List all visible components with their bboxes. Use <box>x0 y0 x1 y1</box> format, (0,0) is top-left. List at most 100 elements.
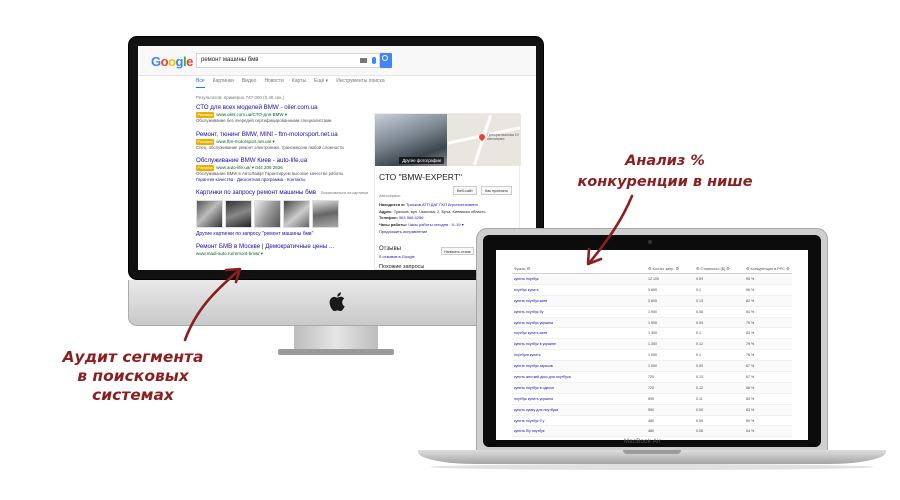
search-button[interactable] <box>380 53 392 68</box>
competition-cell: 83 % <box>746 331 755 336</box>
table-row: купить ноутбук харьков 1 000 0.09 67 % <box>512 361 792 373</box>
result-stats: Результатов: примерно 747 000 (0,48 сек.… <box>196 95 285 100</box>
engine-image-thumbnail[interactable] <box>283 200 310 228</box>
competition-cell: 83 % <box>746 407 755 412</box>
cost-cell: 0.12 <box>696 342 703 347</box>
tab-video[interactable]: Видео <box>242 78 257 88</box>
google-logo[interactable]: Google <box>151 54 193 69</box>
search-tabs: Все Картинки Видео Новости Карты Ещё ▾ И… <box>196 78 385 88</box>
business-map[interactable]: Григорія Іванова 19 Автосервіс <box>447 114 521 166</box>
table-row: купить ноутбук в одессе 720 0.12 68 % <box>512 382 792 394</box>
competition-cell: 96 % <box>746 287 755 292</box>
result-item: Ремонт, тюнинг BMW, MINI - ftm-motorspor… <box>196 131 368 151</box>
table-header: Фразы ⚙ ⚙ Кол-во запр. ⚙ ⚙ Стоимость ($)… <box>512 263 792 274</box>
column-queries[interactable]: ⚙ Кол-во запр. ⚙ <box>648 266 696 271</box>
result-url: www.madi-auto.ru/remont-bmw/ ▾ <box>196 251 264 256</box>
macbook-label: MacBook Air <box>624 439 661 445</box>
business-photo[interactable]: Другие фотографии <box>375 114 447 166</box>
phrase-cell[interactable]: купить ноутбук киев <box>512 299 648 303</box>
phrase-cell[interactable]: купить ноутбук б у <box>512 419 648 423</box>
phrase-cell[interactable]: купить ноутбук харьков <box>512 364 648 368</box>
competition-cell: 76 % <box>746 353 755 358</box>
phrase-cell[interactable]: купить ноутбук в одессе <box>512 386 648 390</box>
macbook-lid: Фразы ⚙ ⚙ Кол-во запр. ⚙ ⚙ Стоимость ($)… <box>476 228 828 452</box>
phrase-cell[interactable]: купить ноутбук <box>512 277 648 281</box>
annotation-line: в поисковых <box>77 367 189 385</box>
cost-cell: 0.1 <box>696 331 701 336</box>
engine-image-thumbnail[interactable] <box>254 200 281 228</box>
map-label: Григорія Іванова 19 Автосервіс <box>487 133 519 141</box>
search-query: ремонт машины бмв <box>201 57 259 63</box>
phrase-cell[interactable]: ноутбук купить киев <box>512 331 648 335</box>
result-snippet: Спец. обслуживание ремонт электроники, т… <box>196 144 344 150</box>
website-button[interactable]: Веб-сайт <box>453 186 477 195</box>
annotation-line: Аудит сегмента <box>62 348 204 366</box>
cost-cell: 0.09 <box>696 364 703 369</box>
cost-cell: 0.12 <box>696 385 703 390</box>
phrase-cell[interactable]: купить сумку для ноутбука <box>512 408 648 412</box>
camera-icon <box>648 240 652 244</box>
cost-cell: 0.09 <box>696 276 703 281</box>
directions-button[interactable]: Как проехать <box>481 186 512 195</box>
tab-more[interactable]: Ещё ▾ <box>314 78 328 88</box>
column-cost[interactable]: ⚙ Стоимость ($) ⚙ <box>696 266 746 271</box>
engine-image-thumbnail[interactable] <box>196 200 223 228</box>
competition-cell: 67 % <box>746 364 755 369</box>
queries-cell: 1 000 <box>648 353 657 358</box>
more-images-link[interactable]: Другие картинки по запросу "ремонт машин… <box>196 231 368 237</box>
phrase-cell[interactable]: купить ноутбук бу <box>512 310 648 314</box>
table-row: ноутбук купить киев 1 300 0.1 83 % <box>512 328 792 340</box>
phrase-cell[interactable]: ноутбук купить украина <box>512 397 648 401</box>
column-phrase[interactable]: Фразы ⚙ <box>512 266 648 271</box>
tab-all[interactable]: Все <box>196 78 205 88</box>
competition-cell: 82 % <box>746 298 755 303</box>
images-block-header: Картинки по запросу ремонт машины бмв По… <box>196 189 368 197</box>
table-row: купить ноутбук 12 100 0.09 95 % <box>512 274 792 285</box>
keyboard-icon[interactable] <box>360 58 367 63</box>
macbook-notch <box>623 450 681 454</box>
competition-cell: 54 % <box>746 429 755 434</box>
queries-cell: 480 <box>648 418 654 423</box>
cost-cell: 0.08 <box>696 429 703 434</box>
table-row: купить ноутбук бу 1 900 0.08 54 % <box>512 307 792 318</box>
column-competition[interactable]: ⚙ Конкуренция в PPC ⚙ <box>746 266 792 271</box>
related-searches-title: Похожие запросы <box>379 264 425 270</box>
phrase-cell[interactable]: ноутбуки купить <box>512 353 648 357</box>
images-block-title[interactable]: Картинки по запросу ремонт машины бмв <box>196 189 316 197</box>
keyword-table: Фразы ⚙ ⚙ Кол-во запр. ⚙ ⚙ Стоимость ($)… <box>512 263 792 440</box>
microphone-icon[interactable] <box>372 57 376 64</box>
table-row: ноутбук купить 3 600 0.1 96 % <box>512 285 792 296</box>
search-input[interactable]: ремонт машины бмв <box>196 53 380 68</box>
queries-cell: 720 <box>648 385 654 390</box>
more-photos-label[interactable]: Другие фотографии <box>399 157 444 164</box>
result-title[interactable]: Ремонт, тюнинг BMW, MINI - ftm-motorspor… <box>196 131 368 139</box>
search-results: СТО для всех моделей BMW - oiler.com.ua … <box>196 104 368 264</box>
tab-news[interactable]: Новости <box>264 78 283 88</box>
cost-cell: 0.09 <box>696 407 703 412</box>
cost-cell: 0.13 <box>696 298 703 303</box>
result-title[interactable]: Обслуживание BMW Киев - auto-life.ua <box>196 157 368 165</box>
tab-search-tools[interactable]: Инструменты поиска <box>336 78 384 88</box>
phrase-cell[interactable]: купить ноутбук в украине <box>512 342 648 346</box>
business-type: Автосервис <box>379 193 401 198</box>
table-row: купить ноутбук киев 3 600 0.13 82 % <box>512 295 792 307</box>
tab-images[interactable]: Картинки <box>213 78 234 88</box>
phrase-cell[interactable]: купить жесткий диск для ноутбука <box>512 375 648 379</box>
engine-image-thumbnail[interactable] <box>225 200 252 228</box>
table-row: купить ноутбук в украине 1 300 0.12 79 % <box>512 339 792 351</box>
phrase-cell[interactable]: купить ноутбук украина <box>512 321 648 325</box>
result-sitelinks[interactable]: Гарантия качества · Дисконтная программа… <box>196 177 368 183</box>
images-report-link[interactable]: Пожаловаться на картинки <box>321 191 368 195</box>
engine-image-thumbnail[interactable] <box>312 200 339 228</box>
macbook-shadow <box>430 464 874 470</box>
result-title[interactable]: Ремонт БМВ в Москве | Демократичные цены… <box>196 243 368 251</box>
macbook-bezel: Фразы ⚙ ⚙ Кол-во запр. ⚙ ⚙ Стоимость ($)… <box>483 235 821 447</box>
write-review-button[interactable]: Написать отзыв <box>441 247 474 255</box>
phrase-cell[interactable]: ноутбук купить <box>512 288 648 292</box>
phrase-cell[interactable]: купить б/у ноутбук <box>512 429 648 433</box>
reviews-count-link[interactable]: 0 отзывов в Google <box>379 254 415 259</box>
result-title[interactable]: СТО для всех моделей BMW - oiler.com.ua <box>196 104 368 112</box>
competition-cell: 59 % <box>746 418 755 423</box>
tab-maps[interactable]: Карты <box>292 78 306 88</box>
table-row: купить сумку для ноутбука 590 0.09 83 % <box>512 404 792 416</box>
